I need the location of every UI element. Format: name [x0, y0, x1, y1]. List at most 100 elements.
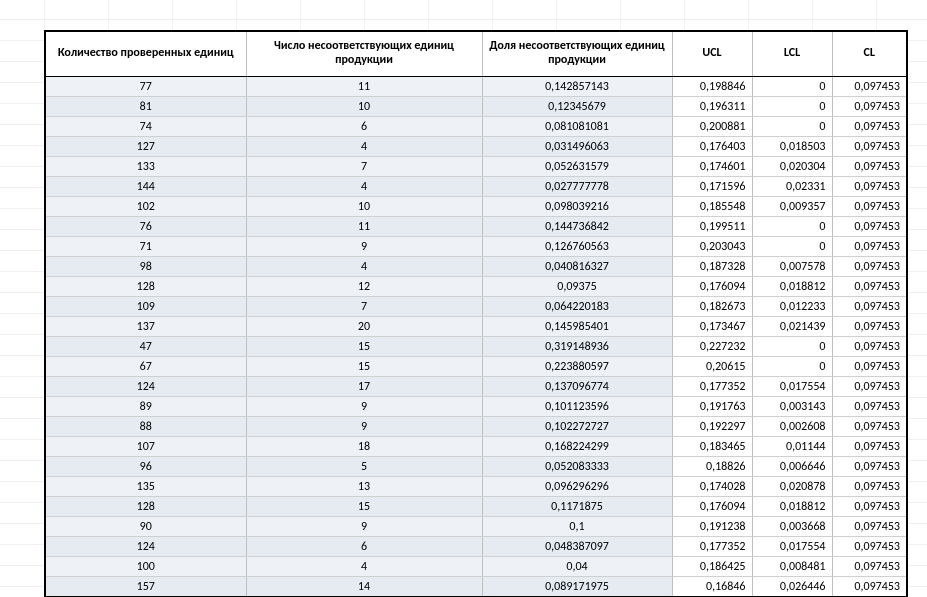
header-nonconforming-share[interactable]: Доля несоответствующих единиц продукции [482, 32, 672, 77]
cell-ucl[interactable]: 0,186425 [672, 557, 752, 577]
cell-checked-units[interactable]: 157 [46, 577, 246, 597]
cell-nonconforming-share[interactable]: 0,126760563 [482, 237, 672, 257]
cell-ucl[interactable]: 0,171596 [672, 177, 752, 197]
cell-nonconforming-count[interactable]: 12 [246, 277, 482, 297]
cell-nonconforming-share[interactable]: 0,081081081 [482, 117, 672, 137]
cell-ucl[interactable]: 0,227232 [672, 337, 752, 357]
cell-checked-units[interactable]: 128 [46, 497, 246, 517]
cell-nonconforming-share[interactable]: 0,089171975 [482, 577, 672, 597]
cell-cl[interactable]: 0,097453 [832, 297, 906, 317]
cell-checked-units[interactable]: 71 [46, 237, 246, 257]
cell-nonconforming-count[interactable]: 9 [246, 517, 482, 537]
cell-lcl[interactable]: 0,017554 [752, 377, 832, 397]
cell-nonconforming-count[interactable]: 9 [246, 397, 482, 417]
cell-lcl[interactable]: 0,009357 [752, 197, 832, 217]
cell-cl[interactable]: 0,097453 [832, 197, 906, 217]
cell-lcl[interactable]: 0 [752, 237, 832, 257]
cell-lcl[interactable]: 0,02331 [752, 177, 832, 197]
cell-nonconforming-share[interactable]: 0,1 [482, 517, 672, 537]
cell-nonconforming-share[interactable]: 0,101123596 [482, 397, 672, 417]
cell-nonconforming-count[interactable]: 13 [246, 477, 482, 497]
cell-checked-units[interactable]: 98 [46, 257, 246, 277]
cell-cl[interactable]: 0,097453 [832, 397, 906, 417]
cell-lcl[interactable]: 0 [752, 357, 832, 377]
cell-cl[interactable]: 0,097453 [832, 117, 906, 137]
cell-cl[interactable]: 0,097453 [832, 557, 906, 577]
cell-ucl[interactable]: 0,174601 [672, 157, 752, 177]
cell-lcl[interactable]: 0,002608 [752, 417, 832, 437]
cell-nonconforming-count[interactable]: 18 [246, 437, 482, 457]
cell-nonconforming-count[interactable]: 7 [246, 157, 482, 177]
cell-cl[interactable]: 0,097453 [832, 137, 906, 157]
cell-checked-units[interactable]: 76 [46, 217, 246, 237]
cell-nonconforming-share[interactable]: 0,319148936 [482, 337, 672, 357]
cell-nonconforming-share[interactable]: 0,04 [482, 557, 672, 577]
cell-checked-units[interactable]: 67 [46, 357, 246, 377]
cell-lcl[interactable]: 0 [752, 117, 832, 137]
cell-checked-units[interactable]: 137 [46, 317, 246, 337]
cell-ucl[interactable]: 0,187328 [672, 257, 752, 277]
cell-lcl[interactable]: 0 [752, 77, 832, 97]
cell-checked-units[interactable]: 102 [46, 197, 246, 217]
cell-nonconforming-count[interactable]: 11 [246, 217, 482, 237]
cell-nonconforming-count[interactable]: 20 [246, 317, 482, 337]
cell-ucl[interactable]: 0,20615 [672, 357, 752, 377]
cell-checked-units[interactable]: 89 [46, 397, 246, 417]
cell-checked-units[interactable]: 74 [46, 117, 246, 137]
cell-cl[interactable]: 0,097453 [832, 517, 906, 537]
header-cl[interactable]: CL [832, 32, 906, 77]
cell-nonconforming-share[interactable]: 0,031496063 [482, 137, 672, 157]
cell-ucl[interactable]: 0,199511 [672, 217, 752, 237]
cell-nonconforming-count[interactable]: 4 [246, 137, 482, 157]
cell-checked-units[interactable]: 77 [46, 77, 246, 97]
cell-cl[interactable]: 0,097453 [832, 537, 906, 557]
cell-ucl[interactable]: 0,183465 [672, 437, 752, 457]
cell-nonconforming-count[interactable]: 17 [246, 377, 482, 397]
cell-ucl[interactable]: 0,176094 [672, 497, 752, 517]
cell-nonconforming-share[interactable]: 0,098039216 [482, 197, 672, 217]
cell-lcl[interactable]: 0 [752, 337, 832, 357]
cell-cl[interactable]: 0,097453 [832, 337, 906, 357]
cell-cl[interactable]: 0,097453 [832, 577, 906, 597]
cell-cl[interactable]: 0,097453 [832, 177, 906, 197]
cell-lcl[interactable]: 0,01144 [752, 437, 832, 457]
cell-nonconforming-count[interactable]: 10 [246, 197, 482, 217]
cell-nonconforming-count[interactable]: 4 [246, 257, 482, 277]
cell-cl[interactable]: 0,097453 [832, 277, 906, 297]
cell-nonconforming-share[interactable]: 0,168224299 [482, 437, 672, 457]
cell-nonconforming-count[interactable]: 9 [246, 417, 482, 437]
cell-cl[interactable]: 0,097453 [832, 77, 906, 97]
cell-ucl[interactable]: 0,192297 [672, 417, 752, 437]
cell-cl[interactable]: 0,097453 [832, 497, 906, 517]
header-lcl[interactable]: LCL [752, 32, 832, 77]
cell-ucl[interactable]: 0,173467 [672, 317, 752, 337]
cell-nonconforming-count[interactable]: 6 [246, 537, 482, 557]
cell-checked-units[interactable]: 107 [46, 437, 246, 457]
cell-checked-units[interactable]: 96 [46, 457, 246, 477]
cell-checked-units[interactable]: 127 [46, 137, 246, 157]
cell-ucl[interactable]: 0,198846 [672, 77, 752, 97]
cell-nonconforming-share[interactable]: 0,096296296 [482, 477, 672, 497]
cell-lcl[interactable]: 0,018503 [752, 137, 832, 157]
cell-ucl[interactable]: 0,177352 [672, 377, 752, 397]
header-checked-units[interactable]: Количество проверенных единиц [46, 32, 246, 77]
cell-nonconforming-count[interactable]: 10 [246, 97, 482, 117]
cell-nonconforming-count[interactable]: 7 [246, 297, 482, 317]
cell-checked-units[interactable]: 128 [46, 277, 246, 297]
cell-cl[interactable]: 0,097453 [832, 157, 906, 177]
cell-ucl[interactable]: 0,176094 [672, 277, 752, 297]
cell-nonconforming-share[interactable]: 0,09375 [482, 277, 672, 297]
cell-lcl[interactable]: 0 [752, 217, 832, 237]
cell-nonconforming-share[interactable]: 0,102272727 [482, 417, 672, 437]
cell-ucl[interactable]: 0,177352 [672, 537, 752, 557]
cell-checked-units[interactable]: 124 [46, 377, 246, 397]
cell-lcl[interactable]: 0,020304 [752, 157, 832, 177]
cell-nonconforming-share[interactable]: 0,145985401 [482, 317, 672, 337]
cell-lcl[interactable]: 0,003668 [752, 517, 832, 537]
cell-nonconforming-share[interactable]: 0,052631579 [482, 157, 672, 177]
cell-nonconforming-share[interactable]: 0,052083333 [482, 457, 672, 477]
cell-ucl[interactable]: 0,18826 [672, 457, 752, 477]
cell-lcl[interactable]: 0,018812 [752, 277, 832, 297]
cell-cl[interactable]: 0,097453 [832, 97, 906, 117]
cell-cl[interactable]: 0,097453 [832, 237, 906, 257]
